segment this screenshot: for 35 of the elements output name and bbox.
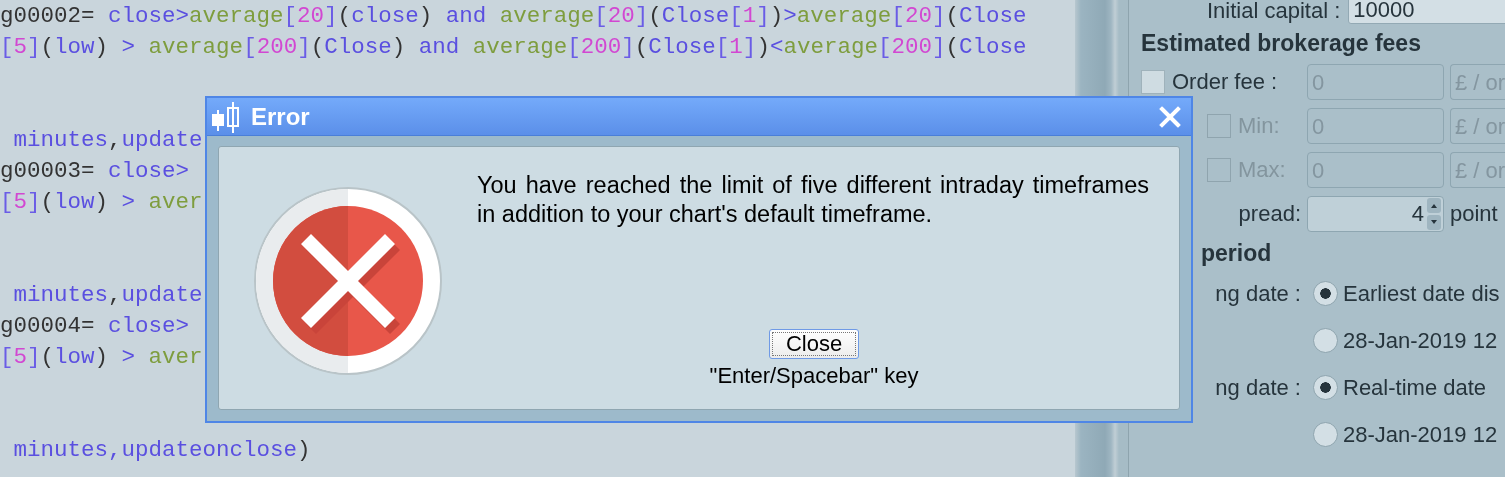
checkbox[interactable] xyxy=(1141,70,1165,94)
section-heading: period xyxy=(1200,239,1273,268)
radio-button[interactable] xyxy=(1313,328,1338,353)
code-line: [5](low) > aver xyxy=(0,343,203,372)
option-label: Real-time date xyxy=(1343,374,1487,401)
code-line: minutes,updateonclose) xyxy=(12,436,311,465)
code-line: g00002= close>average[20](close) and average[20](Close[1])>average[20](Close xyxy=(0,2,1027,31)
close-icon[interactable] xyxy=(1159,105,1181,128)
error-message: You have reached the limit of five different intraday timeframes in addition to your chart's default timeframe. xyxy=(477,171,1149,229)
code-line: minutes,update xyxy=(12,281,203,310)
code-line: [5](low) > average[200](Close) and average[200](Close[1])<average[200](Close xyxy=(0,33,1027,62)
spin-arrows-icon[interactable] xyxy=(1427,198,1441,230)
key-hint: "Enter/Spacebar" key xyxy=(709,363,919,389)
option-label: 28-Jan-2019 12 xyxy=(1343,327,1498,354)
code-line: [5](low) > aver xyxy=(0,188,203,217)
field-label: pread: xyxy=(1237,201,1301,227)
spread-spinner[interactable]: 4 xyxy=(1307,196,1444,232)
capital-field[interactable]: 10000 xyxy=(1348,0,1505,24)
field-label: Order fee : xyxy=(1172,69,1278,95)
radio-button[interactable] xyxy=(1313,375,1338,400)
radio-button[interactable] xyxy=(1313,281,1338,306)
code-line: g00003= close> xyxy=(0,157,190,186)
close-button[interactable]: Close xyxy=(768,329,860,359)
code-line: g00004= close> xyxy=(0,312,190,341)
radio-button[interactable] xyxy=(1313,422,1338,447)
field-label: Initial capital : xyxy=(1207,0,1341,24)
unit-label: point xyxy=(1450,201,1499,227)
option-label: 28-Jan-2019 12 xyxy=(1343,421,1498,448)
field-label: ng date : xyxy=(1214,280,1301,307)
code-line: minutes,update xyxy=(12,126,203,155)
option-label: Earliest date dis xyxy=(1343,280,1500,307)
section-heading: Estimated brokerage fees xyxy=(1141,29,1422,58)
dialog-title: Error xyxy=(251,102,311,131)
error-icon xyxy=(253,186,443,376)
field-label: ng date : xyxy=(1214,374,1301,401)
